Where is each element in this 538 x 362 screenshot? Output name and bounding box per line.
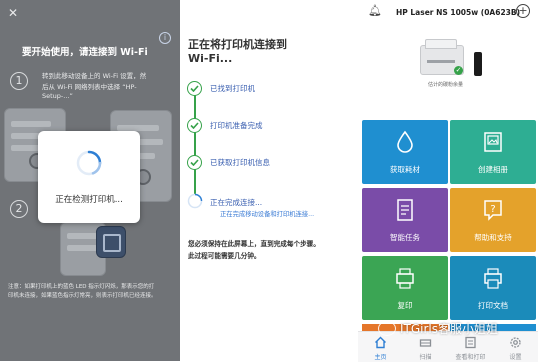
printer-illustration	[96, 226, 126, 258]
tile-help-support[interactable]: ? 帮助和支持	[450, 188, 536, 252]
add-printer-icon[interactable]: +	[516, 4, 530, 18]
nav-home-label: 主页	[374, 354, 387, 361]
settings-icon	[510, 337, 521, 348]
step1-number: 1	[10, 72, 28, 90]
loading-spinner-icon	[76, 150, 102, 176]
print-document-icon	[484, 268, 502, 289]
watermark-text: ITGirls客服小姐姐	[400, 322, 499, 336]
check-icon	[187, 81, 202, 96]
nav-home[interactable]: 主页	[358, 332, 403, 361]
toner-level-icon	[474, 52, 482, 76]
photo-album-icon	[484, 132, 502, 152]
step1-text-line3: Setup-...”	[42, 92, 73, 100]
check-icon	[187, 118, 202, 133]
step-printer-ready: 打印机准备完成	[210, 121, 263, 130]
step-completing: 正在完成连接...	[210, 198, 263, 207]
step1-text-line2: 后从 Wi-Fi 网络列表中选择 “HP-	[42, 83, 137, 91]
svg-text:?: ?	[490, 204, 495, 215]
detecting-printer-dialog: 正在检测打印机...	[38, 131, 140, 223]
tile-create-album[interactable]: 创建相册	[450, 120, 536, 184]
connection-title-line1: 正在将打印机连接到	[188, 38, 287, 51]
help-icon: ?	[484, 200, 502, 221]
info-icon[interactable]: i	[159, 32, 171, 44]
progress-line	[194, 88, 196, 200]
step-found-printer: 已找到打印机	[210, 84, 255, 93]
step-completing-detail: 正在完成移动设备和打印机连接...	[220, 211, 315, 218]
progress-spinner-icon	[187, 193, 203, 209]
tile-help-support-label: 帮助和支持	[474, 233, 512, 242]
nav-settings-label: 设置	[509, 354, 522, 361]
scan-icon	[419, 339, 432, 347]
step-printer-info: 已获取打印机信息	[210, 158, 270, 167]
printer-status: 估计的碳粉余量	[428, 82, 464, 88]
tile-print-documents[interactable]: 打印文档	[450, 256, 536, 320]
printer-name[interactable]: HP Laser NS 1005w (0A623B)	[396, 8, 520, 17]
connection-progress-panel: 正在将打印机连接到 Wi-Fi... 已找到打印机 打印机准备完成 已获取打印机…	[180, 0, 358, 361]
nav-view-print-label: 查看和打印	[455, 354, 486, 361]
connected-check-icon: ✓	[454, 66, 463, 75]
tile-copy-label: 复印	[397, 301, 413, 310]
step2-number: 2	[10, 200, 28, 218]
bell-icon[interactable]: 🔔︎	[368, 4, 382, 17]
smart-task-icon	[397, 199, 413, 221]
printer-home-panel: 🔔︎ HP Laser NS 1005w (0A623B) + ✓ 估计的碳粉余…	[358, 0, 538, 362]
tile-get-supplies[interactable]: 获取耗材	[362, 120, 448, 184]
detecting-printer-message: 正在检测打印机...	[55, 195, 123, 205]
footer-note-line1: 注意：如果打印机上的蓝色 LED 指示灯闪烁，那表示您的打	[8, 284, 155, 290]
stay-on-screen-note: 您必须保持在此屏幕上，直到完成每个步骤。	[188, 240, 320, 248]
tile-smart-tasks[interactable]: 智能任务	[362, 188, 448, 252]
tile-get-supplies-label: 获取耗材	[390, 165, 420, 174]
tile-print-documents-label: 打印文档	[478, 301, 508, 310]
wifi-setup-title: 要开始使用，请连接到 Wi-Fi	[22, 47, 148, 58]
drop-icon	[397, 130, 413, 153]
view-print-icon	[465, 336, 476, 349]
footer-note-line2: 印机未连接，如果蓝色指示灯常亮，则表示打印机已经连接。	[8, 293, 157, 299]
duration-note: 此过程可能需要几分钟。	[188, 252, 261, 260]
nav-scan-label: 扫描	[419, 354, 432, 361]
tile-copy[interactable]: 复印	[362, 256, 448, 320]
tile-smart-tasks-label: 智能任务	[390, 233, 420, 242]
step1-text-line1: 转到此移动设备上的 Wi-Fi 设置，然	[42, 72, 147, 80]
tile-create-album-label: 创建相册	[478, 165, 508, 174]
close-icon[interactable]: ✕	[8, 6, 18, 20]
copy-icon	[396, 268, 414, 289]
home-icon	[375, 336, 386, 349]
nav-settings[interactable]: 设置	[493, 332, 538, 361]
wechat-icon	[378, 321, 396, 336]
check-icon	[187, 155, 202, 170]
connection-title-line2: Wi-Fi...	[188, 52, 233, 65]
